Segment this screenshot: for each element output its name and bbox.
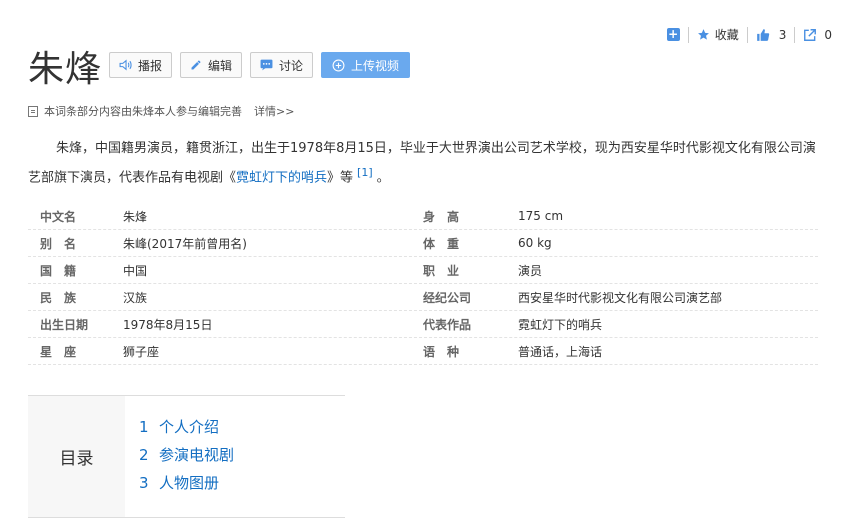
toc-item[interactable]: 1 个人介绍 xyxy=(139,413,234,441)
summary-text: 朱烽，中国籍男演员，籍贯浙江，出生于1978年8月15日，毕业于大世界演出公司艺… xyxy=(28,141,816,186)
like-count: 3 xyxy=(778,27,787,42)
info-value: 60 kg xyxy=(518,236,552,250)
document-icon xyxy=(28,105,38,117)
details-link[interactable]: 详情>> xyxy=(254,103,294,119)
toc-item-number: 2 xyxy=(139,446,149,464)
representative-work-link[interactable]: 霓虹灯下的哨兵 xyxy=(236,170,327,185)
table-of-contents: 目录 1 个人介绍 2 参演电视剧 3 人物图册 xyxy=(28,395,345,518)
info-key: 体 重 xyxy=(423,236,460,251)
info-value: 175 cm xyxy=(518,209,564,223)
play-button[interactable]: 播报 xyxy=(109,52,173,78)
basic-info-table: 中文名 朱烽 身 高 175 cm 别 名 朱峰(2017年前曾用名) 体 重 60 kg 国 … xyxy=(28,203,818,365)
add-icon[interactable]: + xyxy=(666,28,680,41)
toc-item[interactable]: 3 人物图册 xyxy=(139,469,234,497)
info-row: 民 族 汉族 经纪公司 西安星华时代影视文化有限公司演艺部 xyxy=(28,284,818,311)
info-row: 国 籍 中国职 业 演员 xyxy=(28,257,818,284)
info-key: 职 业 xyxy=(423,263,460,278)
thumbs-up-icon[interactable] xyxy=(756,28,770,42)
info-key: 民 族 xyxy=(40,290,77,305)
info-value: 普通话，上海话 xyxy=(518,344,603,359)
toc-item-label: 人物图册 xyxy=(159,474,220,492)
info-key: 别 名 xyxy=(40,236,77,251)
toc-item-number: 1 xyxy=(139,418,149,436)
info-key: 出生日期 xyxy=(40,317,89,332)
info-value: 朱峰(2017年前曾用名) xyxy=(123,236,247,251)
upload-video-button-label: 上传视频 xyxy=(351,58,400,73)
pencil-icon xyxy=(190,59,202,71)
info-key: 中文名 xyxy=(40,209,77,224)
speaker-icon xyxy=(119,59,132,71)
edit-note-text: 本词条部分内容由朱烽本人参与编辑完善 xyxy=(44,105,242,118)
info-row: 别 名 朱峰(2017年前曾用名) 体 重 60 kg xyxy=(28,230,818,257)
upload-video-button[interactable]: 上传视频 xyxy=(321,52,411,78)
info-key: 经纪公司 xyxy=(423,290,472,305)
info-key: 代表作品 xyxy=(423,317,472,332)
info-key: 国 籍 xyxy=(40,263,77,278)
edit-button[interactable]: 编辑 xyxy=(180,52,243,78)
info-key: 语 种 xyxy=(423,344,460,359)
discuss-button[interactable]: 讨论 xyxy=(250,52,314,78)
info-row: 出生日期 1978年8月15日 代表作品 霓虹灯下的哨兵 xyxy=(28,311,818,338)
discuss-button-label: 讨论 xyxy=(279,58,304,73)
share-icon[interactable] xyxy=(803,28,817,42)
title-button-row: 播报 编辑 讨论 上传视频 xyxy=(109,52,418,78)
divider xyxy=(687,26,689,43)
info-value: 霓虹灯下的哨兵 xyxy=(518,317,603,332)
chat-icon xyxy=(260,59,273,71)
share-count: 0 xyxy=(824,27,832,42)
info-row: 星 座 狮子座语 种 普通话，上海话 xyxy=(28,338,818,365)
toc-label: 目录 xyxy=(28,396,125,517)
info-value: 1978年8月15日 xyxy=(123,317,213,332)
divider xyxy=(746,26,748,43)
toc-item-label: 参演电视剧 xyxy=(159,446,235,464)
info-key: 星 座 xyxy=(40,344,77,359)
summary-end: 。 xyxy=(376,170,390,186)
info-value[interactable]: 中国 xyxy=(123,262,423,279)
favorite-label[interactable]: 收藏 xyxy=(715,26,739,43)
reference-link[interactable]: [1] xyxy=(357,166,373,179)
star-icon[interactable] xyxy=(697,28,710,41)
info-row: 中文名 朱烽 身 高 175 cm xyxy=(28,203,818,230)
summary-paragraph: 朱烽，中国籍男演员，籍贯浙江，出生于1978年8月15日，毕业于大世界演出公司艺… xyxy=(28,137,820,190)
info-value: 演员 xyxy=(518,263,543,278)
action-bar: + 收藏 3 0 xyxy=(666,26,832,43)
toc-list: 1 个人介绍 2 参演电视剧 3 人物图册 xyxy=(125,396,234,517)
plus-circle-icon xyxy=(332,59,345,72)
info-value: 朱烽 xyxy=(123,209,148,224)
toc-item-label: 个人介绍 xyxy=(159,418,220,436)
toc-item-number: 3 xyxy=(139,474,149,492)
divider xyxy=(794,26,796,43)
edit-note: 本词条部分内容由朱烽本人参与编辑完善 详情>> xyxy=(28,103,294,119)
info-key: 身 高 xyxy=(423,209,460,224)
info-value[interactable]: 狮子座 xyxy=(123,343,423,360)
summary-text-tail: 》等 xyxy=(327,170,354,186)
page-title: 朱烽 xyxy=(28,49,103,90)
info-value: 西安星华时代影视文化有限公司演艺部 xyxy=(518,290,723,305)
edit-button-label: 编辑 xyxy=(208,58,233,73)
info-value: 汉族 xyxy=(123,290,148,305)
toc-item[interactable]: 2 参演电视剧 xyxy=(139,441,234,469)
play-button-label: 播报 xyxy=(138,58,163,73)
